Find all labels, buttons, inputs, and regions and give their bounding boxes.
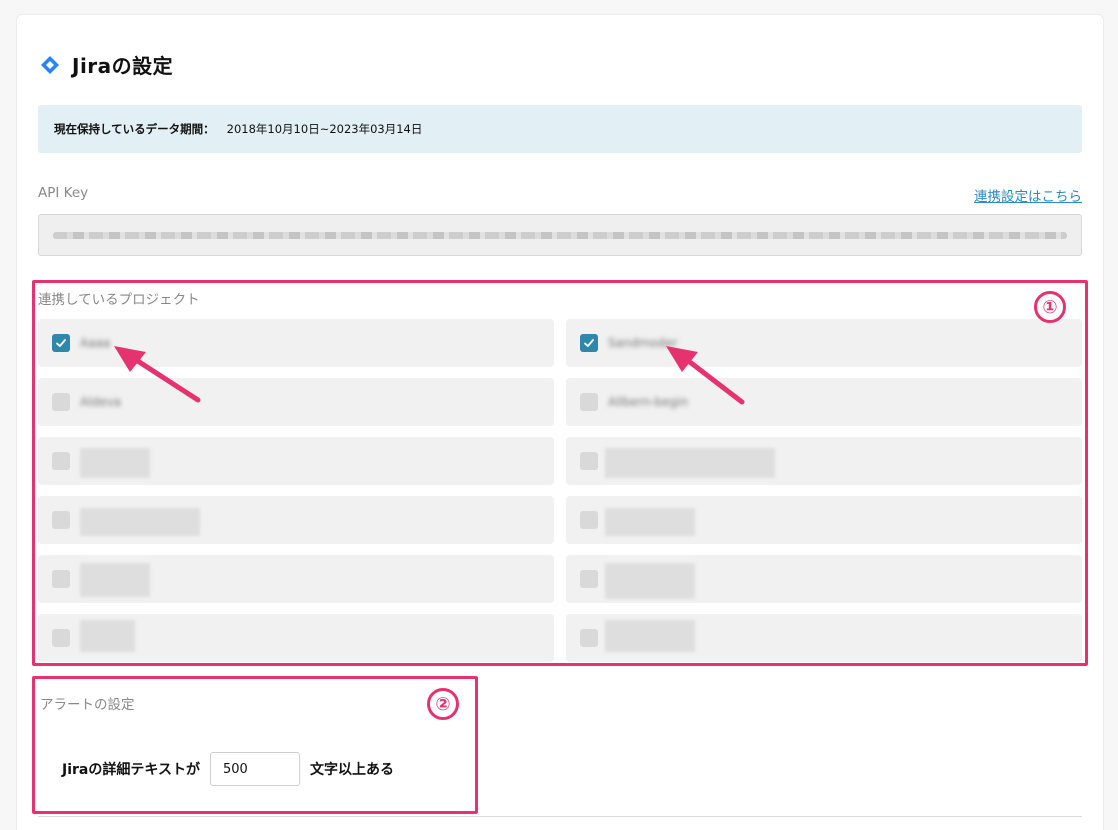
api-key-redacted-value bbox=[53, 231, 1067, 239]
integration-settings-link[interactable]: 連携設定はこちら bbox=[974, 185, 1082, 205]
section-divider bbox=[38, 816, 1082, 817]
annotation-arrow-icon bbox=[666, 346, 745, 405]
annotation-badge-2: ② bbox=[427, 688, 459, 720]
api-key-field[interactable] bbox=[38, 214, 1082, 256]
page-title: Jiraの設定 bbox=[72, 54, 174, 78]
annotation-arrow-icon bbox=[114, 346, 201, 403]
projects-highlight-box bbox=[32, 280, 1088, 666]
retention-banner: 現在保持しているデータ期間： 2018年10月10日~2023年03月14日 bbox=[38, 105, 1082, 153]
jira-diamond-icon bbox=[40, 55, 60, 75]
alert-highlight-box bbox=[32, 676, 478, 814]
retention-value: 2018年10月10日~2023年03月14日 bbox=[226, 122, 423, 136]
api-key-label: API Key bbox=[38, 185, 89, 201]
page-header: Jiraの設定 bbox=[40, 50, 173, 79]
retention-label: 現在保持しているデータ期間： bbox=[54, 122, 215, 136]
annotation-badge-1: ① bbox=[1034, 291, 1066, 323]
